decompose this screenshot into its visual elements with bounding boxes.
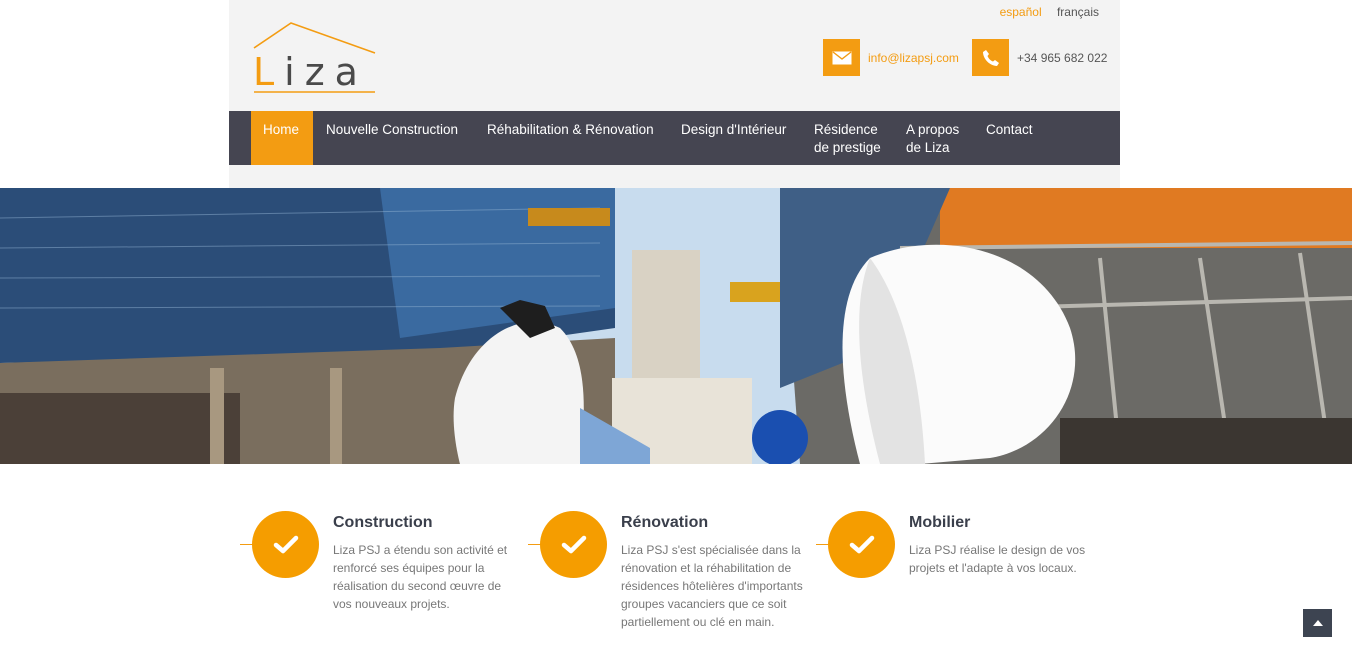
chevron-up-icon bbox=[1312, 620, 1323, 626]
email-link[interactable]: info@lizapsj.com bbox=[868, 51, 959, 65]
logo-text: Liza bbox=[253, 50, 368, 94]
envelope-icon bbox=[823, 39, 860, 76]
feature-title: Rénovation bbox=[621, 514, 709, 531]
nav-item-rehabilitation[interactable]: Réhabilitation & Rénovation bbox=[487, 111, 654, 165]
feature-title: Construction bbox=[333, 514, 433, 531]
feature-text: Liza PSJ s'est spécialisée dans la rénov… bbox=[621, 543, 803, 629]
header: español français Liza info@lizapsj.com +… bbox=[229, 0, 1120, 188]
feature-text: Liza PSJ a étendu son activité et renfor… bbox=[333, 543, 508, 611]
nav-item-residence[interactable]: Résidence de prestige bbox=[814, 111, 886, 165]
language-switcher: español français bbox=[988, 5, 1099, 19]
checkmark-icon bbox=[540, 511, 607, 578]
features-section: Construction Liza PSJ a étendu son activ… bbox=[0, 464, 1352, 645]
email-contact[interactable]: info@lizapsj.com bbox=[823, 39, 959, 76]
nav-item-nouvelle-construction[interactable]: Nouvelle Construction bbox=[326, 111, 458, 165]
feature-title: Mobilier bbox=[909, 514, 971, 531]
hero-image bbox=[0, 188, 1352, 464]
nav-item-contact[interactable]: Contact bbox=[986, 111, 1033, 165]
phone-contact: +34 965 682 022 bbox=[972, 39, 1107, 76]
logo[interactable]: Liza bbox=[251, 20, 377, 96]
main-nav: Home Nouvelle Construction Réhabilitatio… bbox=[229, 111, 1120, 165]
phone-icon bbox=[972, 39, 1009, 76]
phone-number: +34 965 682 022 bbox=[1017, 50, 1108, 65]
nav-item-design[interactable]: Design d'Intérieur bbox=[681, 111, 786, 165]
lang-francais[interactable]: français bbox=[1057, 5, 1099, 19]
hero-banner bbox=[0, 188, 1352, 464]
back-to-top-button[interactable] bbox=[1303, 609, 1332, 637]
checkmark-icon bbox=[828, 511, 895, 578]
feature-text: Liza PSJ réalise le design de vos projet… bbox=[909, 543, 1086, 575]
nav-item-a-propos[interactable]: A propos de Liza bbox=[906, 111, 968, 165]
lang-espanol[interactable]: español bbox=[1000, 5, 1042, 19]
nav-item-home[interactable]: Home bbox=[251, 111, 313, 165]
checkmark-icon bbox=[252, 511, 319, 578]
